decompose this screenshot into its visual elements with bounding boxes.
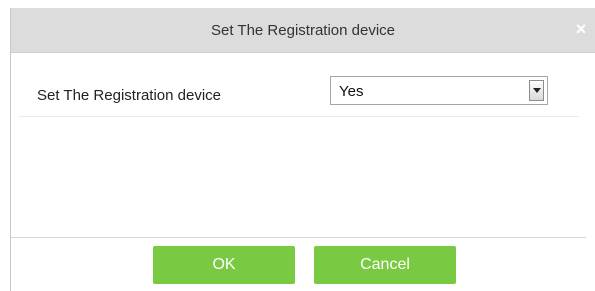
dialog-title: Set The Registration device xyxy=(211,22,395,39)
registration-device-label: Set The Registration device xyxy=(37,87,221,104)
registration-device-dialog: Set The Registration device × Set The Re… xyxy=(10,8,595,291)
dialog-titlebar: Set The Registration device × xyxy=(11,8,595,53)
cancel-button[interactable]: Cancel xyxy=(314,246,456,284)
ok-button[interactable]: OK xyxy=(153,246,295,284)
chevron-down-icon-glyph xyxy=(533,88,541,93)
chevron-down-icon[interactable] xyxy=(529,80,544,101)
footer-divider xyxy=(11,237,586,238)
registration-device-select[interactable]: Yes xyxy=(330,76,548,105)
close-icon[interactable]: × xyxy=(571,19,591,39)
select-value: Yes xyxy=(339,83,364,100)
registration-device-row: Set The Registration device Yes xyxy=(19,76,579,117)
